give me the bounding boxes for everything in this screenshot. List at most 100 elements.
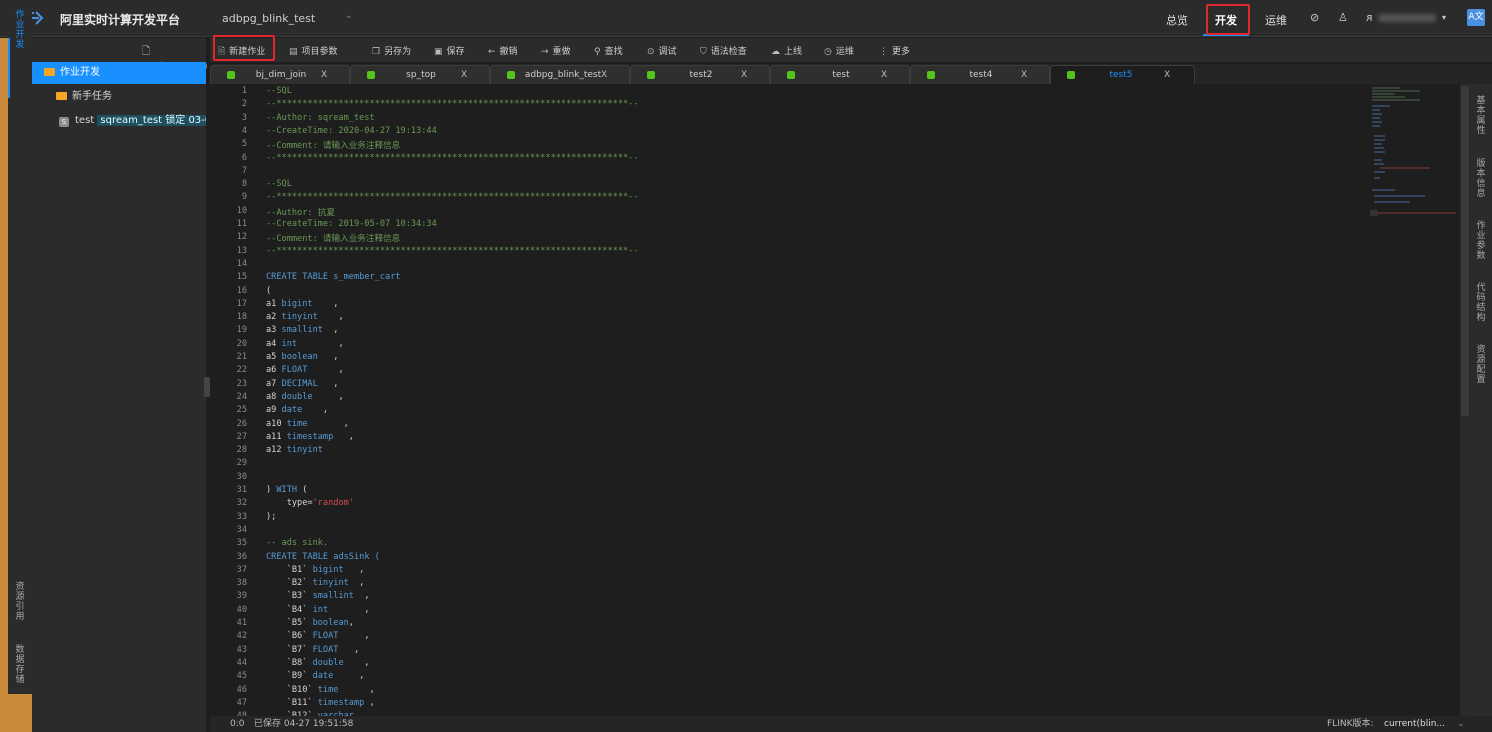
tab-adbpg-blink-test[interactable]: adbpg_blink_test X bbox=[490, 65, 630, 84]
save-button[interactable]: ▣ 保存 bbox=[434, 44, 465, 57]
code-line[interactable]: 35 -- ads sink. bbox=[210, 538, 1410, 551]
code-line[interactable]: 18 a2 tinyint , bbox=[210, 312, 1410, 325]
code-line[interactable]: 10 --Author: 抗夏 bbox=[210, 206, 1410, 219]
find-button[interactable]: ⚲ 查找 bbox=[594, 44, 623, 57]
code-line[interactable]: 29 bbox=[210, 458, 1410, 471]
more-button[interactable]: ⋮ 更多 bbox=[879, 44, 910, 57]
rail-resource-config[interactable]: 资源配置 bbox=[1476, 345, 1486, 385]
nav-operations[interactable]: 运维 bbox=[1265, 12, 1287, 28]
close-icon[interactable]: X bbox=[1021, 66, 1027, 85]
code-line[interactable]: 2 --*************************************… bbox=[210, 99, 1410, 112]
code-line[interactable]: 15 CREATE TABLE s_member_cart bbox=[210, 272, 1410, 285]
code-line[interactable]: 24 a8 double , bbox=[210, 392, 1410, 405]
debug-button[interactable]: ⊙ 调试 bbox=[647, 44, 677, 57]
code-line[interactable]: 16 ( bbox=[210, 286, 1410, 299]
nav-overview[interactable]: 总览 bbox=[1166, 12, 1188, 28]
code-line[interactable]: 33); bbox=[210, 512, 1410, 525]
tab-test4[interactable]: test4 X bbox=[910, 65, 1050, 84]
project-selector[interactable]: adbpg_blink_test bbox=[222, 12, 315, 25]
tab-sp-top[interactable]: sp_top X bbox=[350, 65, 490, 84]
code-line[interactable]: 19 a3 smallint , bbox=[210, 325, 1410, 338]
code-editor[interactable]: 1 --SQL 2 --*******************************… bbox=[210, 84, 1458, 716]
close-icon[interactable]: X bbox=[601, 66, 607, 85]
code-line[interactable]: 4 --CreateTime: 2020-04-27 19:13:44 bbox=[210, 126, 1410, 139]
redo-button[interactable]: → 重做 bbox=[541, 44, 571, 57]
shirt-icon[interactable]: ♙ bbox=[1338, 11, 1348, 24]
code-line[interactable]: 17 a1 bigint , bbox=[210, 299, 1410, 312]
tab-test5[interactable]: test5 X bbox=[1050, 65, 1195, 84]
user-icon[interactable]: ᴙ bbox=[1366, 11, 1373, 24]
code-line[interactable]: 42 `B6` FLOAT , bbox=[210, 631, 1410, 644]
rail-data-storage[interactable]: 数据存储 bbox=[15, 645, 25, 685]
code-minimap[interactable] bbox=[1370, 86, 1458, 226]
code-line[interactable]: 7 bbox=[210, 166, 1410, 179]
code-line[interactable]: 11 --CreateTime: 2019-05-07 10:34:34 bbox=[210, 219, 1410, 232]
close-icon[interactable]: X bbox=[741, 66, 747, 85]
project-params-button[interactable]: ▤ 项目参数 bbox=[289, 44, 338, 57]
language-icon[interactable]: A文 bbox=[1467, 9, 1485, 26]
code-line[interactable]: 21 a5 boolean , bbox=[210, 352, 1410, 365]
code-line[interactable]: 38 `B2` tinyint , bbox=[210, 578, 1410, 591]
tab-test2[interactable]: test2 X bbox=[630, 65, 770, 84]
tab-test[interactable]: test X bbox=[770, 65, 910, 84]
help-icon[interactable]: ⊘ bbox=[1310, 11, 1319, 24]
code-line[interactable]: 45 `B9` date , bbox=[210, 671, 1410, 684]
ops-button[interactable]: ◷ 运维 bbox=[824, 44, 854, 57]
flink-version-select[interactable]: current(blin... bbox=[1384, 716, 1445, 732]
code-line[interactable]: 34 bbox=[210, 525, 1410, 538]
close-icon[interactable]: X bbox=[1164, 66, 1170, 85]
code-line[interactable]: 31) WITH ( bbox=[210, 485, 1410, 498]
code-line[interactable]: 25 a9 date , bbox=[210, 405, 1410, 418]
code-line[interactable]: 5 --Comment: 请输入业务注释信息 bbox=[210, 139, 1410, 152]
code-line[interactable]: 26 a10 time , bbox=[210, 419, 1410, 432]
rail-job-dev[interactable]: 作业开发 bbox=[15, 10, 25, 50]
chevron-down-icon[interactable]: ⌄ bbox=[1457, 716, 1465, 732]
code-line[interactable]: 12 --Comment: 请输入业务注释信息 bbox=[210, 232, 1410, 245]
code-line[interactable]: 44 `B8` double , bbox=[210, 658, 1410, 671]
close-icon[interactable]: X bbox=[461, 66, 467, 85]
tree-folder-newbie[interactable]: 新手任务 bbox=[32, 86, 206, 108]
rail-code-structure[interactable]: 代码结构 bbox=[1476, 283, 1486, 323]
code-line[interactable]: 14 bbox=[210, 259, 1410, 272]
close-icon[interactable]: X bbox=[321, 66, 327, 85]
tab-bj-dim-join[interactable]: bj_dim_join X bbox=[210, 65, 350, 84]
scrollbar-thumb[interactable] bbox=[1461, 86, 1469, 416]
rail-resource-ref[interactable]: 资源引用 bbox=[15, 582, 25, 622]
tree-folder-job-dev[interactable]: 作业开发 bbox=[32, 62, 206, 84]
syntax-check-button[interactable]: ⛉ 语法检查 bbox=[700, 44, 747, 57]
code-line[interactable]: 46 `B10` time , bbox=[210, 685, 1410, 698]
code-line[interactable]: 39 `B3` smallint , bbox=[210, 591, 1410, 604]
code-line[interactable]: 6 --*************************************… bbox=[210, 153, 1410, 166]
chevron-down-icon[interactable]: ⌄ bbox=[345, 11, 353, 21]
rail-version-info[interactable]: 版本信息 bbox=[1476, 159, 1486, 199]
username-blurred[interactable] bbox=[1378, 14, 1436, 22]
save-as-button[interactable]: ❐ 另存为 bbox=[372, 44, 411, 57]
code-line[interactable]: 9 --*************************************… bbox=[210, 192, 1410, 205]
code-text: type='random' bbox=[266, 498, 354, 509]
close-icon[interactable]: X bbox=[881, 66, 887, 85]
code-line[interactable]: 28 a12 tinyint bbox=[210, 445, 1410, 458]
code-line[interactable]: 40 `B4` int , bbox=[210, 605, 1410, 618]
code-line[interactable]: 43 `B7` FLOAT , bbox=[210, 645, 1410, 658]
code-line[interactable]: 13 --************************************… bbox=[210, 246, 1410, 259]
new-file-icon[interactable]: 🗋 bbox=[142, 46, 156, 57]
rail-basic-props[interactable]: 基本属性 bbox=[1476, 96, 1486, 136]
code-line[interactable]: 20 a4 int , bbox=[210, 339, 1410, 352]
publish-button[interactable]: ☁ 上线 bbox=[771, 44, 802, 57]
tree-file-test[interactable]: Stest sqream_test 锁定 03-04 1 bbox=[32, 110, 206, 132]
undo-button[interactable]: ← 撤销 bbox=[488, 44, 518, 57]
code-line[interactable]: 23 a7 DECIMAL , bbox=[210, 379, 1410, 392]
code-line[interactable]: 1 --SQL bbox=[210, 86, 1410, 99]
code-line[interactable]: 36 CREATE TABLE adsSink ( bbox=[210, 552, 1410, 565]
code-line[interactable]: 37 `B1` bigint , bbox=[210, 565, 1410, 578]
code-line[interactable]: 27 a11 timestamp , bbox=[210, 432, 1410, 445]
code-line[interactable]: 22 a6 FLOAT , bbox=[210, 365, 1410, 378]
code-line[interactable]: 8 --SQL bbox=[210, 179, 1410, 192]
code-line[interactable]: 32 type='random' bbox=[210, 498, 1410, 511]
code-line[interactable]: 30 bbox=[210, 472, 1410, 485]
code-line[interactable]: 3 --Author: sqream_test bbox=[210, 113, 1410, 126]
rail-job-params[interactable]: 作业参数 bbox=[1476, 221, 1486, 261]
code-line[interactable]: 47 `B11` timestamp , bbox=[210, 698, 1410, 711]
code-line[interactable]: 41 `B5` boolean, bbox=[210, 618, 1410, 631]
user-menu-caret-icon[interactable]: ▾ bbox=[1442, 13, 1446, 22]
